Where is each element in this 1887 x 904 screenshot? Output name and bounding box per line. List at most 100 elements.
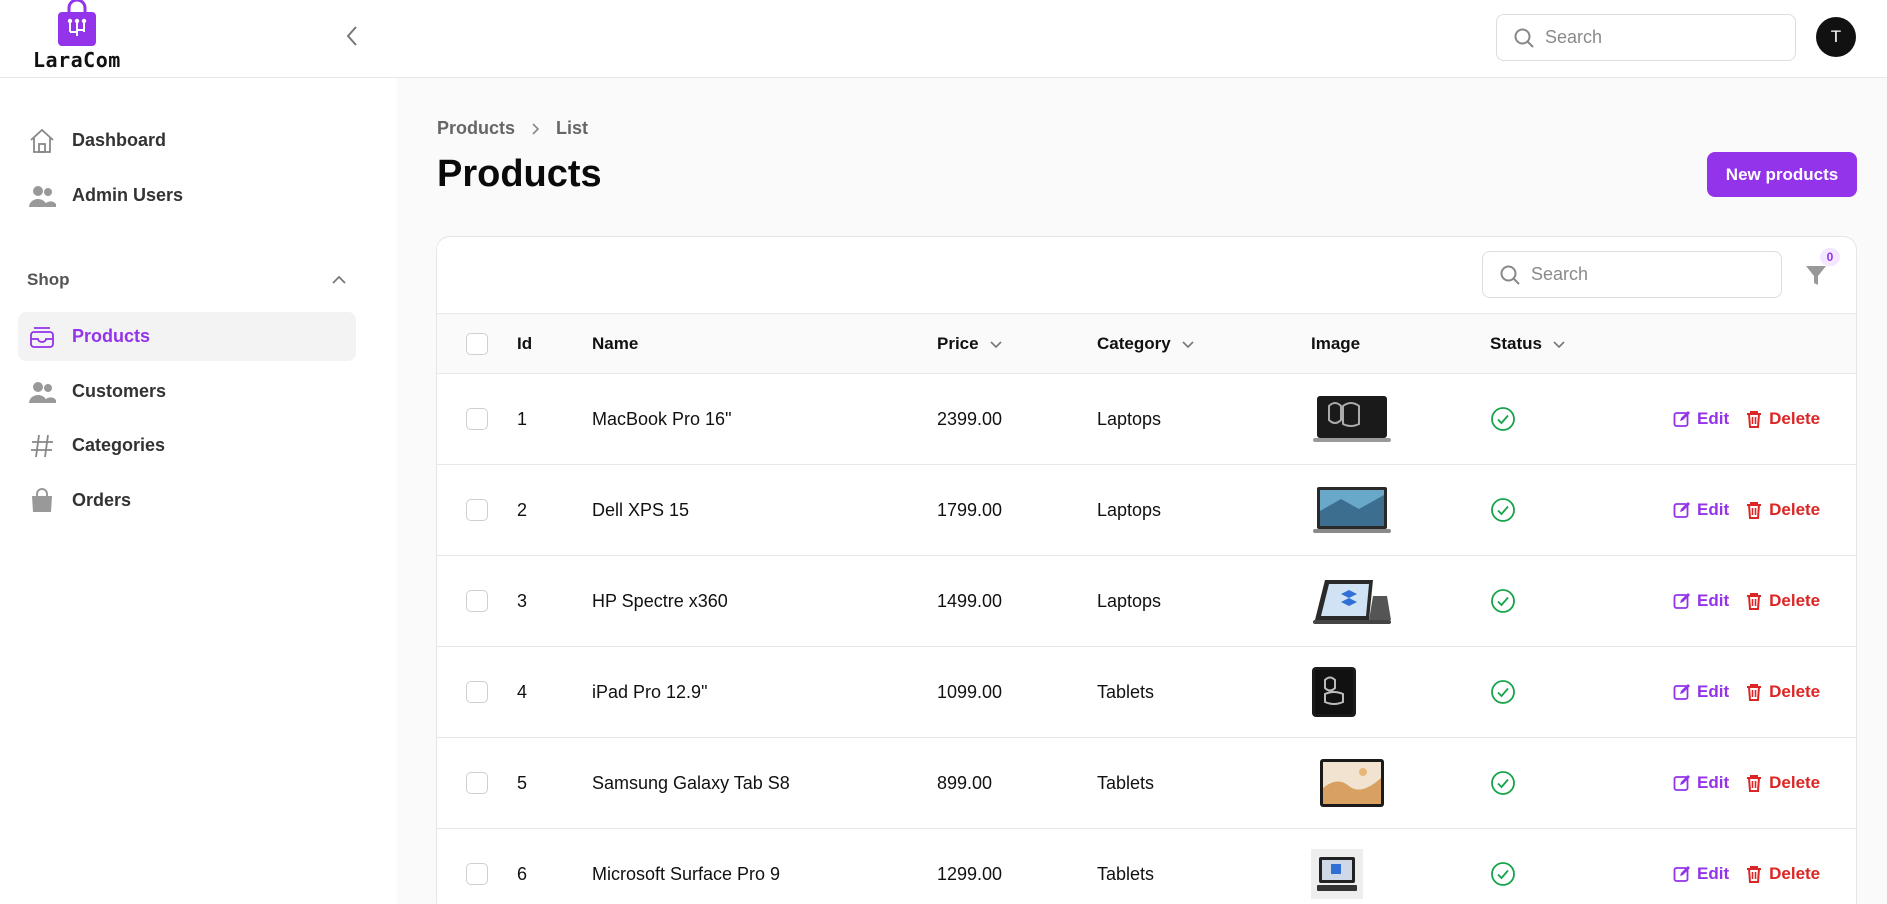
sidebar-item-products[interactable]: Products [18, 312, 356, 361]
table-row[interactable]: 5 Samsung Galaxy Tab S8 899.00 Tablets E… [437, 738, 1856, 829]
cell-status [1490, 556, 1516, 646]
edit-icon [1673, 502, 1690, 518]
trash-icon [1747, 593, 1762, 610]
sidebar-item-label: Categories [72, 435, 166, 455]
collapse-sidebar-button[interactable] [340, 24, 364, 48]
edit-label: Edit [1697, 591, 1730, 610]
delete-button[interactable]: Delete [1745, 682, 1820, 702]
row-actions: Edit Delete [1673, 738, 1820, 828]
column-header-image: Image [1311, 334, 1361, 353]
edit-button[interactable]: Edit [1673, 773, 1729, 793]
logo[interactable]: LaraCom [30, 0, 130, 76]
cell-price: 1499.00 [937, 590, 1003, 611]
cell-category: Laptops [1097, 408, 1162, 429]
cell-price: 899.00 [937, 772, 993, 793]
sidebar-item-categories[interactable]: Categories [18, 421, 356, 470]
cell-name: MacBook Pro 16" [592, 408, 732, 429]
search-icon [1500, 265, 1520, 285]
sidebar-item-customers[interactable]: Customers [18, 367, 356, 416]
chevron-left-icon [346, 26, 357, 46]
ipad-image [1311, 667, 1393, 717]
delete-button[interactable]: Delete [1745, 409, 1820, 429]
delete-label: Delete [1769, 682, 1821, 701]
global-search-input[interactable] [1545, 27, 1765, 48]
table-search[interactable] [1482, 251, 1782, 298]
search-icon [1514, 28, 1534, 48]
shopping-bag-logo-icon [58, 0, 96, 46]
edit-button[interactable]: Edit [1673, 591, 1729, 611]
avatar[interactable]: T [1816, 17, 1856, 57]
delete-button[interactable]: Delete [1745, 773, 1820, 793]
products-table: 0 Id Name Price Category Image Status 1 … [436, 236, 1857, 904]
cell-image [1311, 374, 1393, 464]
sidebar-group-shop[interactable]: Shop [27, 268, 347, 292]
convertible-image [1311, 576, 1393, 626]
global-search[interactable] [1496, 14, 1796, 61]
edit-button[interactable]: Edit [1673, 864, 1729, 884]
delete-button[interactable]: Delete [1745, 591, 1820, 611]
edit-button[interactable]: Edit [1673, 682, 1729, 702]
row-select-cell [466, 556, 488, 646]
inbox-icon [28, 323, 56, 351]
column-header-id: Id [517, 334, 533, 353]
macbook-image [1311, 394, 1393, 444]
row-select-cell [466, 647, 488, 737]
delete-button[interactable]: Delete [1745, 500, 1820, 520]
breadcrumb-products[interactable]: Products [437, 118, 515, 139]
cell-price: 1099.00 [937, 681, 1003, 702]
delete-button[interactable]: Delete [1745, 864, 1820, 884]
trash-icon [1747, 502, 1762, 519]
row-checkbox[interactable] [466, 772, 488, 794]
page-title: Products [437, 153, 602, 195]
breadcrumb: Products List [437, 118, 588, 139]
cell-status [1490, 465, 1516, 555]
users-icon [28, 378, 56, 406]
column-header-status[interactable]: Status [1490, 314, 1566, 374]
edit-button[interactable]: Edit [1673, 500, 1729, 520]
row-actions: Edit Delete [1673, 374, 1820, 464]
cell-name: HP Spectre x360 [592, 590, 728, 611]
row-checkbox[interactable] [466, 863, 488, 885]
column-header-label: Category [1097, 334, 1171, 353]
check-circle-icon [1491, 862, 1515, 886]
funnel-icon [1806, 266, 1826, 285]
new-product-button[interactable]: New products [1707, 152, 1857, 197]
edit-label: Edit [1697, 500, 1730, 519]
row-select-cell [466, 738, 488, 828]
sidebar-item-dashboard[interactable]: Dashboard [18, 116, 356, 165]
delete-label: Delete [1769, 773, 1821, 792]
column-header-category[interactable]: Category [1097, 314, 1195, 374]
column-header-name: Name [592, 334, 639, 353]
select-all-checkbox[interactable] [466, 333, 488, 355]
row-select-cell [466, 374, 488, 464]
table-row[interactable]: 6 Microsoft Surface Pro 9 1299.00 Tablet… [437, 829, 1856, 904]
chevron-down-icon [989, 340, 1003, 349]
delete-label: Delete [1769, 591, 1821, 610]
table-row[interactable]: 2 Dell XPS 15 1799.00 Laptops Edit Delet… [437, 465, 1856, 556]
trash-icon [1747, 684, 1762, 701]
edit-button[interactable]: Edit [1673, 409, 1729, 429]
table-search-input[interactable] [1531, 264, 1751, 285]
chevron-down-icon [1181, 340, 1195, 349]
row-checkbox[interactable] [466, 408, 488, 430]
cell-id: 3 [517, 590, 528, 611]
home-icon [28, 127, 56, 155]
column-header-price[interactable]: Price [937, 314, 1003, 374]
cell-image [1311, 465, 1393, 555]
row-checkbox[interactable] [466, 681, 488, 703]
sidebar-item-orders[interactable]: Orders [18, 476, 356, 525]
sidebar-item-admin-users[interactable]: Admin Users [18, 171, 356, 220]
table-row[interactable]: 3 HP Spectre x360 1499.00 Laptops Edit D… [437, 556, 1856, 647]
cell-category: Laptops [1097, 590, 1162, 611]
cell-id: 4 [517, 681, 528, 702]
row-checkbox[interactable] [466, 590, 488, 612]
edit-icon [1673, 593, 1690, 609]
row-checkbox[interactable] [466, 499, 488, 521]
row-select-cell [466, 829, 488, 904]
table-row[interactable]: 1 MacBook Pro 16" 2399.00 Laptops Edit D… [437, 374, 1856, 465]
trash-icon [1747, 775, 1762, 792]
chevron-down-icon [1552, 340, 1566, 349]
cell-name: Samsung Galaxy Tab S8 [592, 772, 790, 793]
table-row[interactable]: 4 iPad Pro 12.9" 1099.00 Tablets Edit De… [437, 647, 1856, 738]
cell-category: Tablets [1097, 681, 1155, 702]
